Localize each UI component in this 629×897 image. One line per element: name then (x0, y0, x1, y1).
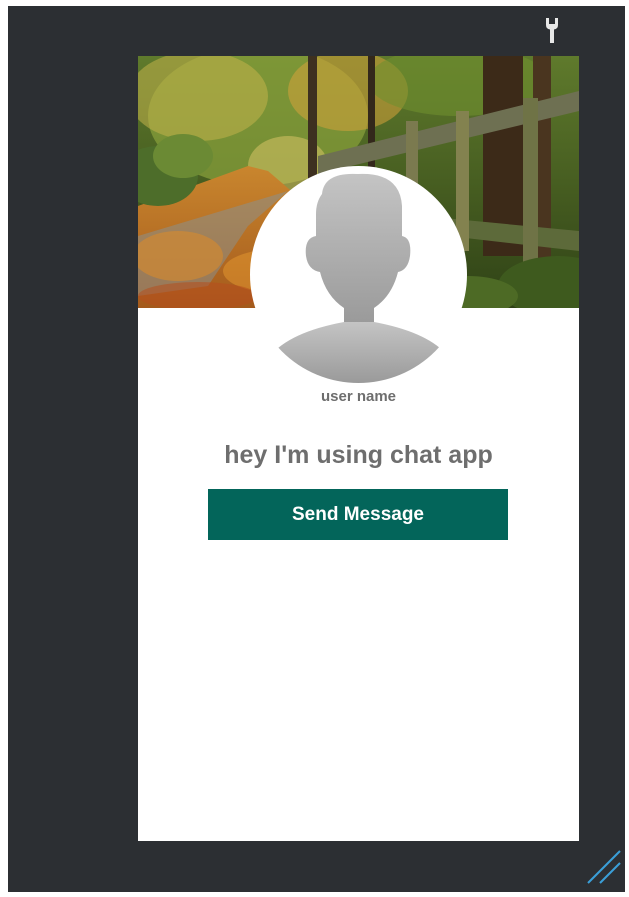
avatar[interactable] (250, 166, 467, 383)
resize-handle-icon[interactable] (586, 849, 622, 885)
username-label: user name (320, 388, 397, 405)
wrench-icon[interactable] (540, 16, 564, 44)
send-message-button[interactable]: Send Message (208, 489, 508, 540)
status-text: hey I'm using chat app (224, 441, 493, 469)
profile-screen-preview: user name hey I'm using chat app Send Me… (138, 56, 579, 841)
person-silhouette-icon (268, 173, 450, 383)
layout-editor-canvas: user name hey I'm using chat app Send Me… (8, 6, 625, 892)
